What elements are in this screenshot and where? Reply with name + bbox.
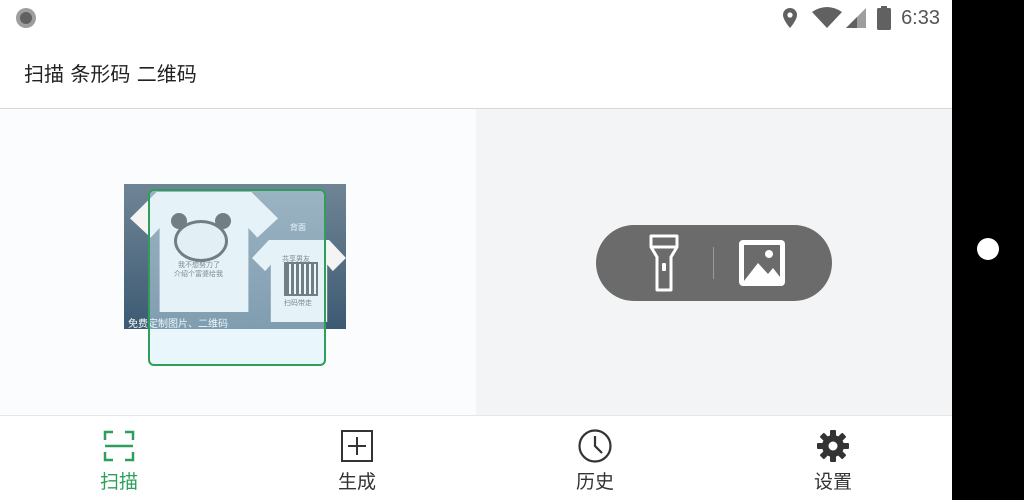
scan-icon xyxy=(103,430,135,462)
signal-icon xyxy=(846,8,867,28)
add-box-icon xyxy=(341,430,373,462)
nav-label-generate: 生成 xyxy=(337,471,376,493)
clock-time: 6:33 xyxy=(901,6,940,29)
nav-item-history[interactable]: 历史 xyxy=(476,416,714,500)
app-window: 6:33 扫描 条形码 二维码 我不想努力了 介绍个富婆给我 背面 共享男友 扫… xyxy=(0,0,952,500)
image-icon xyxy=(739,240,785,286)
home-button[interactable] xyxy=(977,238,999,260)
nav-item-generate[interactable]: 生成 xyxy=(238,416,476,500)
gallery-button[interactable] xyxy=(736,237,788,289)
flashlight-button[interactable] xyxy=(644,233,684,293)
nav-item-settings[interactable]: 设置 xyxy=(714,416,952,500)
flashlight-icon xyxy=(649,234,679,292)
camera-tools xyxy=(596,225,832,301)
tools-divider xyxy=(713,247,714,279)
battery-icon xyxy=(877,6,892,30)
page-title: 扫描 条形码 二维码 xyxy=(24,62,197,86)
nav-label-settings: 设置 xyxy=(813,471,852,493)
clock-icon xyxy=(578,429,612,463)
camera-viewfinder[interactable]: 我不想努力了 介绍个富婆给我 背面 共享男友 扫码带走 免费定制图片、二维码 xyxy=(0,109,952,415)
bottom-navigation: 扫描 生成 历史 设置 xyxy=(0,415,952,500)
wifi-icon xyxy=(812,7,843,28)
nav-item-scan[interactable]: 扫描 xyxy=(0,416,238,500)
status-bar: 6:33 xyxy=(0,0,952,36)
location-icon xyxy=(783,8,798,28)
scan-frame xyxy=(148,189,326,366)
nav-label-history: 历史 xyxy=(575,471,614,493)
gear-icon xyxy=(817,430,849,462)
app-bar: 扫描 条形码 二维码 xyxy=(0,36,952,109)
status-icons: 6:33 xyxy=(781,6,940,30)
notification-icon xyxy=(16,8,36,28)
nav-label-scan: 扫描 xyxy=(99,471,138,493)
